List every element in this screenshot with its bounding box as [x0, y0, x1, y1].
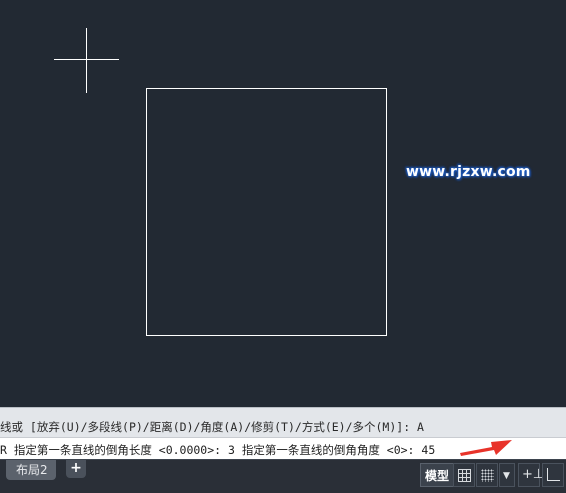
command-current-line: R 指定第一条直线的倒角长度 <0.0000>: 3 指定第一条直线的倒角角度 … — [0, 443, 436, 457]
status-bar: 布局2 + 模型 ▼ +⊥ — [0, 459, 566, 493]
add-layout-tab-button[interactable]: + — [66, 460, 86, 478]
command-history: 线或 [放弃(U)/多段线(P)/距离(D)/角度(A)/修剪(T)/方式(E)… — [0, 407, 566, 437]
red-arrow-annotation — [460, 440, 512, 456]
snap-mode-dropdown[interactable]: ▼ — [499, 463, 515, 487]
watermark: www.rjzxw.com — [406, 164, 531, 180]
grid-toggle-button[interactable] — [453, 463, 475, 487]
snap-toggle-button[interactable] — [476, 463, 498, 487]
drawing-canvas[interactable]: www.rjzxw.com — [0, 0, 566, 407]
snap-icon — [481, 469, 494, 482]
model-space-button[interactable]: 模型 — [420, 463, 455, 487]
tab-layout2[interactable]: 布局2 — [6, 460, 56, 480]
grid-icon — [458, 469, 471, 482]
dynamic-input-icon: +⊥ — [522, 467, 545, 482]
crosshair-cursor-vertical — [86, 28, 87, 93]
rectangle-shape[interactable] — [146, 88, 387, 336]
ortho-toggle-button[interactable] — [542, 463, 564, 487]
chevron-down-icon: ▼ — [503, 471, 510, 481]
command-history-line: 线或 [放弃(U)/多段线(P)/距离(D)/角度(A)/修剪(T)/方式(E)… — [0, 420, 424, 434]
dynamic-input-button[interactable]: +⊥ — [518, 463, 544, 487]
ortho-icon — [547, 468, 560, 481]
